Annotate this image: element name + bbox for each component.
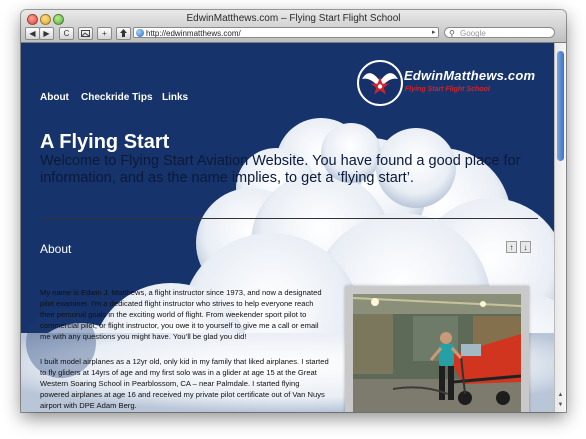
- image-icon: [81, 30, 90, 37]
- back-icon: ◀: [29, 29, 36, 38]
- about-paragraph: I built model airplanes as a 12yr old, o…: [40, 357, 329, 410]
- rss-arrow-icon[interactable]: ▸: [432, 27, 440, 38]
- reload-button[interactable]: C: [59, 27, 74, 40]
- address-bar[interactable]: http://edwinmatthews.com/: [133, 27, 439, 38]
- screenshot-button[interactable]: [78, 27, 93, 40]
- share-button[interactable]: [116, 27, 131, 40]
- title-bar: EdwinMatthews.com – Flying Start Flight …: [21, 10, 566, 43]
- scroll-up-button[interactable]: ↑: [506, 241, 517, 253]
- upload-icon: [120, 29, 127, 37]
- page-subtitle: Welcome to Flying Start Aviation Website…: [40, 153, 521, 186]
- page-title: A Flying Start: [40, 131, 170, 153]
- scroll-up-arrow-icon[interactable]: ▲: [556, 391, 565, 400]
- star-logo-icon[interactable]: [356, 59, 404, 107]
- browser-window: EdwinMatthews.com – Flying Start Flight …: [21, 10, 566, 412]
- section-divider: [40, 218, 538, 219]
- about-paragraph: My name is Edwin J. Matthews, a flight i…: [40, 288, 322, 341]
- add-bookmark-button[interactable]: +: [97, 27, 112, 40]
- back-button[interactable]: ◀: [25, 27, 40, 40]
- nav-links[interactable]: Links: [162, 92, 188, 103]
- search-icon: ⚲: [449, 29, 455, 38]
- nav-checkride-tips[interactable]: Checkride Tips: [81, 92, 153, 103]
- scroll-down-arrow-icon[interactable]: ▼: [556, 401, 565, 410]
- plus-icon: +: [102, 29, 107, 38]
- search-input[interactable]: ⚲ Google: [444, 27, 555, 38]
- page-viewport: About Checkride Tips Links EdwinMatthews…: [21, 43, 554, 412]
- window-title: EdwinMatthews.com – Flying Start Flight …: [186, 13, 401, 24]
- logo-name[interactable]: EdwinMatthews.com: [404, 68, 535, 83]
- scroll-thumb[interactable]: [557, 51, 564, 161]
- vertical-scrollbar[interactable]: ▲ ▼: [554, 43, 566, 412]
- nav-about[interactable]: About: [40, 92, 69, 103]
- globe-icon: [136, 29, 144, 37]
- scroll-down-button[interactable]: ↓: [520, 241, 531, 253]
- hangar-photo: [353, 294, 521, 412]
- forward-button[interactable]: ▶: [39, 27, 54, 40]
- address-text: http://edwinmatthews.com/: [146, 29, 241, 38]
- logo-tagline: Flying Start Flight School: [405, 86, 490, 93]
- section-title: About: [40, 242, 72, 256]
- forward-icon: ▶: [43, 29, 50, 38]
- search-placeholder: Google: [460, 29, 486, 38]
- reload-icon: C: [63, 29, 70, 38]
- photo-frame: [345, 286, 529, 412]
